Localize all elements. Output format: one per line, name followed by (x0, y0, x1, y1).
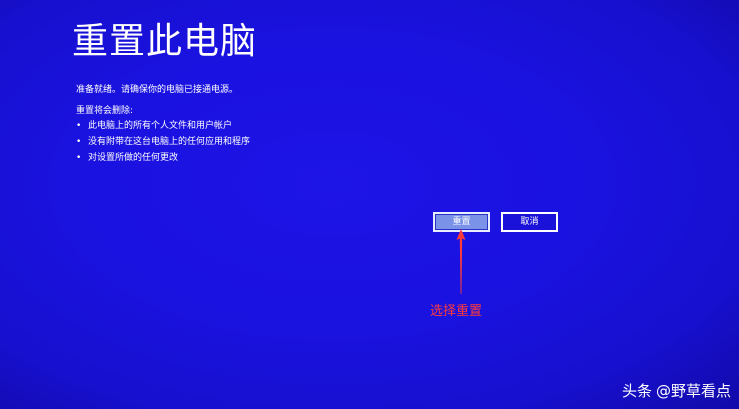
status-message: 准备就绪。请确保你的电脑已接通电源。 (76, 85, 239, 95)
annotation-arrow-icon (456, 229, 466, 294)
bullet-icon: • (76, 153, 82, 163)
list-item: • 此电脑上的所有个人文件和用户帐户 (76, 118, 250, 134)
watermark: 头条 @野草看点 (622, 380, 731, 401)
removal-item-text: 没有附带在这台电脑上的任何应用和程序 (88, 137, 251, 147)
bullet-icon: • (76, 121, 82, 131)
cancel-button[interactable]: 取消 (501, 212, 558, 232)
removal-list: • 此电脑上的所有个人文件和用户帐户 • 没有附带在这台电脑上的任何应用和程序 • 对… (76, 118, 250, 166)
annotation-label: 选择重置 (430, 304, 483, 319)
bullet-icon: • (76, 137, 82, 147)
list-item: • 没有附带在这台电脑上的任何应用和程序 (76, 134, 250, 150)
watermark-author: @野草看点 (655, 382, 731, 400)
removal-item-text: 对设置所做的任何更改 (88, 153, 179, 163)
removal-item-text: 此电脑上的所有个人文件和用户帐户 (88, 121, 233, 131)
reset-pc-screen: 重置此电脑 准备就绪。请确保你的电脑已接通电源。 重置将会删除: • 此电脑上的所… (0, 0, 739, 409)
removal-heading: 重置将会删除: (76, 106, 134, 116)
page-title: 重置此电脑 (72, 21, 258, 62)
list-item: • 对设置所做的任何更改 (76, 150, 250, 166)
watermark-brand: 头条 (621, 382, 652, 400)
